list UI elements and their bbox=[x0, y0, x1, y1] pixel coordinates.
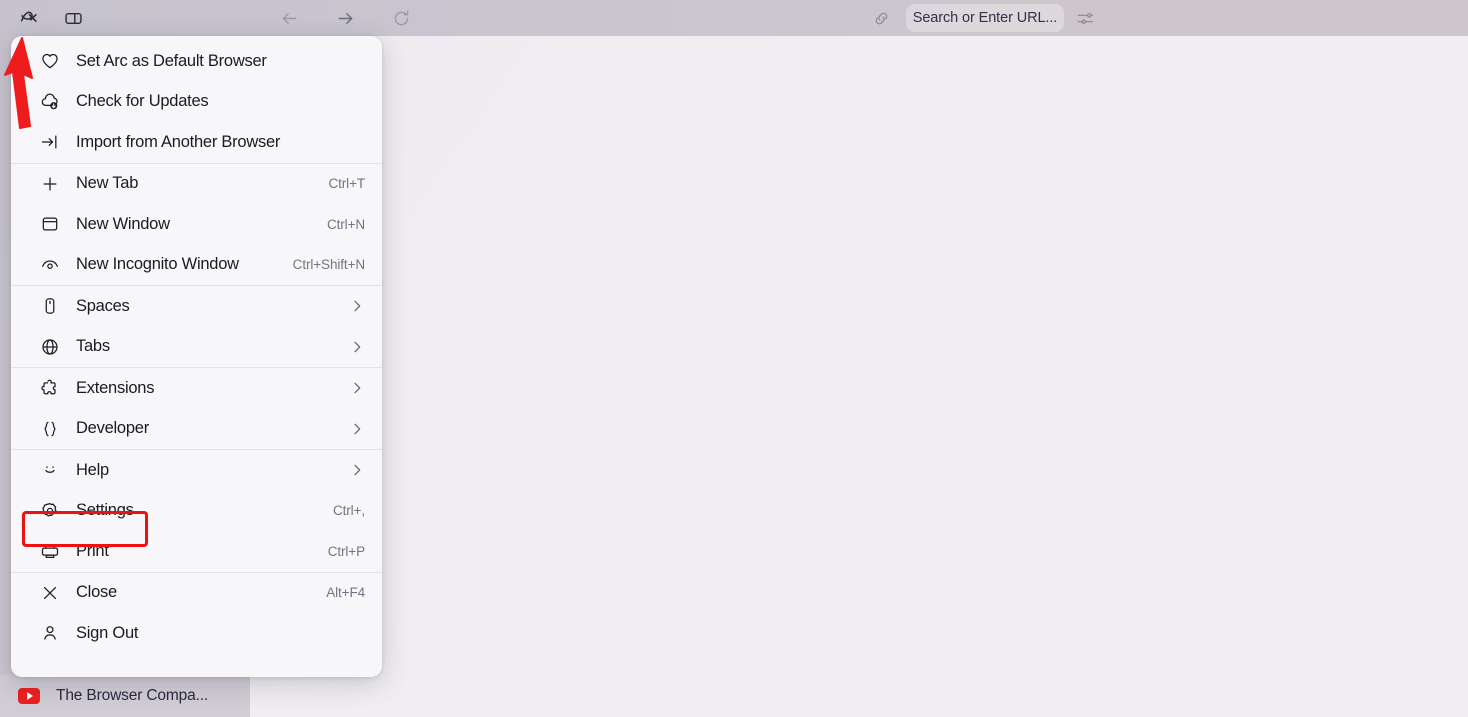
youtube-favicon bbox=[18, 688, 40, 704]
back-arrow-icon[interactable] bbox=[274, 5, 304, 31]
menu-item-close[interactable]: Close Alt+F4 bbox=[11, 573, 382, 614]
menu-item-shortcut: Ctrl+, bbox=[332, 503, 365, 519]
globe-icon bbox=[39, 336, 61, 358]
plus-icon bbox=[39, 173, 61, 195]
chevron-right-icon bbox=[349, 421, 365, 437]
menu-item-sign-out[interactable]: Sign Out bbox=[11, 613, 382, 654]
cloud-download-icon bbox=[39, 91, 61, 113]
menu-item-label: Help bbox=[76, 460, 109, 479]
page-content-area bbox=[250, 36, 1468, 717]
gear-icon bbox=[39, 500, 61, 522]
menu-group-session: Close Alt+F4 Sign Out bbox=[11, 571, 382, 654]
menu-item-label: Print bbox=[76, 541, 109, 560]
menu-item-new-tab[interactable]: New Tab Ctrl+T bbox=[11, 164, 382, 205]
menu-item-label: Tabs bbox=[76, 337, 110, 356]
menu-item-label: Import from Another Browser bbox=[76, 132, 281, 151]
menu-item-label: New Tab bbox=[76, 174, 139, 193]
menu-item-label: Close bbox=[76, 583, 117, 602]
url-search-bar[interactable]: Search or Enter URL... bbox=[906, 4, 1064, 32]
menu-item-set-default-browser[interactable]: Set Arc as Default Browser bbox=[11, 41, 382, 82]
menu-group-help-settings-print: Help Settings Ctrl+, Print Ctrl+P bbox=[11, 449, 382, 572]
chevron-right-icon bbox=[349, 380, 365, 396]
menu-item-check-for-updates[interactable]: Check for Updates bbox=[11, 82, 382, 123]
close-x-icon bbox=[39, 582, 61, 604]
chevron-right-icon bbox=[349, 339, 365, 355]
spaces-icon bbox=[39, 295, 61, 317]
url-placeholder-text: Search or Enter URL... bbox=[912, 10, 1058, 26]
arc-main-menu: Set Arc as Default Browser Check for Upd… bbox=[11, 36, 382, 677]
extensions-puzzle-icon bbox=[39, 377, 61, 399]
menu-item-shortcut: Alt+F4 bbox=[326, 585, 365, 601]
menu-item-shortcut: Ctrl+P bbox=[327, 543, 365, 559]
menu-item-print[interactable]: Print Ctrl+P bbox=[11, 531, 382, 572]
menu-item-label: Sign Out bbox=[76, 623, 139, 642]
menu-item-label: Settings bbox=[76, 501, 134, 520]
menu-item-spaces[interactable]: Spaces bbox=[11, 286, 382, 327]
sidebar-tab-item[interactable]: The Browser Compa... bbox=[0, 675, 250, 717]
chevron-right-icon bbox=[349, 298, 365, 314]
menu-item-developer[interactable]: Developer bbox=[11, 409, 382, 450]
menu-group-new: New Tab Ctrl+T New Window Ctrl+N New Inc… bbox=[11, 162, 382, 286]
chevron-right-icon bbox=[349, 462, 365, 478]
curly-braces-icon bbox=[39, 418, 61, 440]
reload-icon[interactable] bbox=[386, 5, 416, 31]
import-arrow-icon bbox=[39, 131, 61, 153]
heart-icon bbox=[39, 50, 61, 72]
menu-item-label: Developer bbox=[76, 419, 149, 438]
forward-arrow-icon[interactable] bbox=[330, 5, 360, 31]
navigation-controls bbox=[274, 5, 416, 31]
tune-sliders-icon[interactable] bbox=[1076, 9, 1095, 33]
menu-item-tabs[interactable]: Tabs bbox=[11, 327, 382, 368]
browser-toolbar: Search or Enter URL... bbox=[0, 0, 1468, 36]
menu-item-label: Set Arc as Default Browser bbox=[76, 51, 267, 70]
menu-item-label: New Window bbox=[76, 214, 170, 233]
menu-item-shortcut: Ctrl+T bbox=[328, 176, 365, 192]
sidebar-tab-title: The Browser Compa... bbox=[56, 687, 209, 704]
arc-logo-icon[interactable] bbox=[14, 5, 44, 31]
printer-icon bbox=[39, 540, 61, 562]
menu-item-help[interactable]: Help bbox=[11, 450, 382, 491]
menu-item-shortcut: Ctrl+N bbox=[326, 216, 365, 232]
menu-item-new-window[interactable]: New Window Ctrl+N bbox=[11, 204, 382, 245]
menu-item-new-incognito-window[interactable]: New Incognito Window Ctrl+Shift+N bbox=[11, 245, 382, 286]
menu-item-import-from-browser[interactable]: Import from Another Browser bbox=[11, 122, 382, 163]
menu-group-spaces-tabs: Spaces Tabs bbox=[11, 285, 382, 367]
menu-item-extensions[interactable]: Extensions bbox=[11, 368, 382, 409]
menu-item-label: Spaces bbox=[76, 296, 130, 315]
arc-browser-window: Search or Enter URL... The Browser Compa… bbox=[0, 0, 1468, 717]
menu-item-shortcut: Ctrl+Shift+N bbox=[292, 257, 365, 273]
menu-group-extensions-developer: Extensions Developer bbox=[11, 367, 382, 449]
link-icon[interactable] bbox=[872, 9, 891, 33]
incognito-icon bbox=[39, 254, 61, 276]
menu-item-label: New Incognito Window bbox=[76, 255, 239, 274]
sidebar-toggle-icon[interactable] bbox=[58, 5, 88, 31]
window-icon bbox=[39, 213, 61, 235]
menu-item-label: Extensions bbox=[76, 378, 155, 397]
person-icon bbox=[39, 622, 61, 644]
menu-item-label: Check for Updates bbox=[76, 92, 209, 111]
menu-group-browser-setup: Set Arc as Default Browser Check for Upd… bbox=[11, 41, 382, 163]
smiley-icon bbox=[39, 459, 61, 481]
menu-item-settings[interactable]: Settings Ctrl+, bbox=[11, 491, 382, 532]
